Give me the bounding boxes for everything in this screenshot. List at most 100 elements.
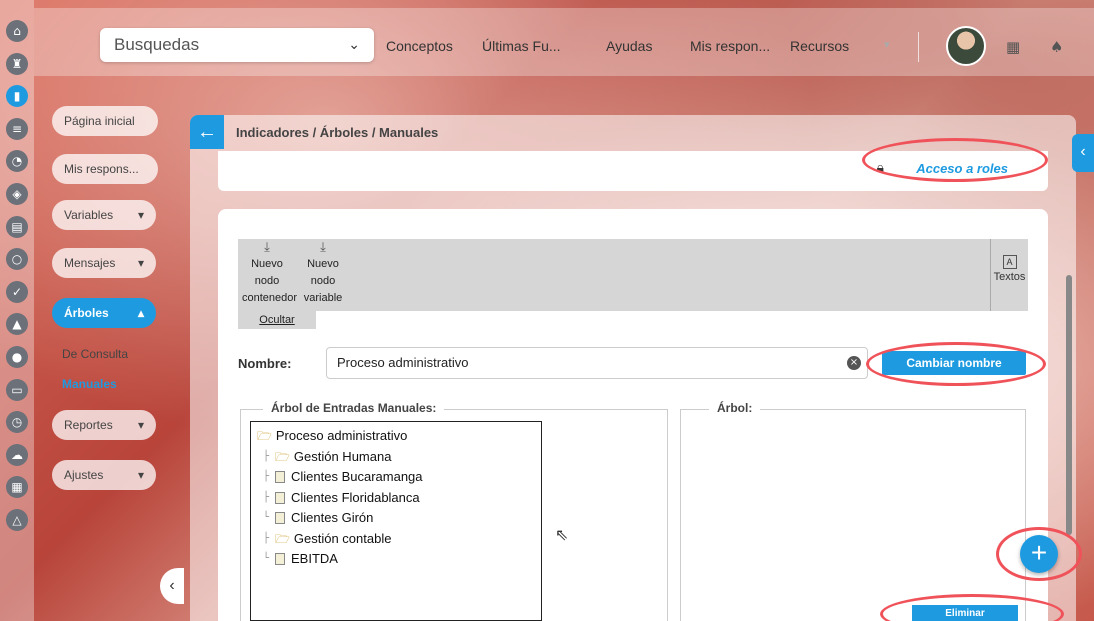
tree-item-label: EBITDA [291, 551, 338, 566]
roles-section: 🔒︎ Acceso a roles [218, 151, 1048, 191]
back-button[interactable]: ← [190, 115, 224, 149]
sidebar-item-label: Árboles [64, 306, 109, 320]
calendar-icon[interactable]: ▦ [6, 476, 28, 499]
people-icon[interactable]: ● [6, 345, 28, 368]
sidebar-item-arboles[interactable]: Árboles ▴ [52, 298, 156, 328]
folder-open-icon: 🗁 [275, 531, 290, 546]
shield-icon[interactable]: ◈ [6, 182, 28, 205]
hide-toolbar-link[interactable]: Ocultar [238, 311, 316, 329]
sidebar-item-mis-responsabilidades[interactable]: Mis respons... [52, 154, 158, 184]
editor-section: ⤓ Nuevo nodo contenedor ⤓ Nuevo nodo var… [218, 209, 1048, 621]
bell-icon[interactable]: ♠ [1050, 38, 1063, 56]
icon-rail: ⌂ ♜ ▮ ≡ ◔ ◈ ▤ ○ ✓ ▲ ● ▭ ◷ ☁ ▦ △ [0, 0, 34, 621]
tree-item-label: Proceso administrativo [275, 428, 408, 443]
tree-item[interactable]: └ EBITDA [257, 549, 535, 570]
sidebar-item-pagina-inicial[interactable]: Página inicial [52, 106, 158, 136]
tree-fieldset: Árbol: [680, 401, 1026, 621]
top-bar: Busquedas ⌄ Conceptos Últimas Fu... Ayud… [34, 8, 1094, 76]
tree-line: ├ [263, 532, 270, 544]
tree-line: ├ [263, 471, 270, 482]
sidebar-item-label: Ajustes [64, 468, 104, 482]
pie-icon[interactable]: ◔ [6, 150, 28, 173]
sidebar-item-label: Reportes [64, 418, 113, 432]
tree-item[interactable]: └ Clientes Girón [257, 508, 535, 529]
sidebar-subitem-de-consulta[interactable]: De Consulta [62, 347, 128, 361]
tree-item[interactable]: ├ 🗁 Gestión contable [257, 529, 535, 550]
mouse-cursor-icon: ⇖ [555, 525, 569, 544]
home-icon[interactable]: ⌂ [6, 20, 28, 42]
text-icon: A [1002, 255, 1017, 269]
access-roles-link[interactable]: Acceso a roles [916, 161, 1008, 176]
tree-line: └ [263, 512, 270, 523]
chevron-down-icon: ⌄ [348, 37, 360, 53]
texts-button[interactable]: A Textos [990, 239, 1028, 311]
right-panel-toggle[interactable]: ‹ [1072, 134, 1094, 172]
tool-label: variable [303, 292, 343, 304]
chart-icon[interactable]: ▮ [6, 85, 28, 108]
tree-item[interactable]: ├ Clientes Bucaramanga [257, 467, 535, 488]
tool-label: contenedor [242, 292, 298, 304]
manual-entries-tree[interactable]: 🗁 Proceso administrativo ├ 🗁 Gestión Hum… [250, 421, 542, 621]
chevron-down-icon: ▾ [137, 468, 144, 482]
sidebar-item-label: Mis respons... [64, 162, 139, 176]
circle-icon[interactable]: ○ [6, 248, 28, 271]
new-container-node-button[interactable]: ⤓ Nuevo nodo contenedor [242, 239, 297, 307]
tool-label: Nuevo [251, 258, 283, 270]
search-select[interactable]: Busquedas ⌄ [100, 28, 374, 62]
avatar[interactable] [946, 26, 986, 66]
document-icon [275, 512, 285, 525]
texts-label: Textos [993, 271, 1026, 283]
tree-item-label: Clientes Girón [291, 510, 374, 525]
tree-item-label: Clientes Bucaramanga [291, 469, 423, 484]
sidebar-item-reportes[interactable]: Reportes ▾ [52, 410, 156, 440]
tower-icon[interactable]: ♜ [6, 52, 28, 75]
manual-entries-legend: Árbol de Entradas Manuales: [263, 401, 445, 415]
monitor-icon[interactable]: ▭ [6, 378, 28, 401]
check-icon[interactable]: ✓ [6, 280, 28, 303]
nav-conceptos[interactable]: Conceptos [386, 38, 453, 54]
tree-item[interactable]: 🗁 Proceso administrativo [257, 426, 535, 447]
triangle-icon[interactable]: △ [6, 508, 28, 531]
arrow-left-icon: ← [197, 120, 217, 143]
tool-label: nodo [254, 275, 280, 287]
nav-recursos[interactable]: Recursos [790, 38, 849, 54]
list-icon[interactable]: ≡ [6, 117, 28, 140]
calendar-icon[interactable]: ▦ [1006, 38, 1020, 56]
clear-icon[interactable]: × [847, 356, 861, 370]
rename-button[interactable]: Cambiar nombre [882, 351, 1026, 375]
divider [918, 32, 919, 62]
sidebar-subitem-manuales[interactable]: Manuales [62, 377, 117, 391]
warning-icon[interactable]: ▲ [6, 313, 28, 336]
scrollbar[interactable] [1066, 275, 1072, 535]
cloud-icon[interactable]: ☁ [6, 443, 28, 466]
tree-line: └ [263, 553, 270, 564]
chevron-down-icon: ▾ [137, 208, 144, 222]
nav-more-icon[interactable]: ▾ [884, 38, 890, 51]
add-button[interactable]: + [1020, 535, 1058, 573]
folder-open-icon: 🗁 [257, 429, 272, 443]
name-input[interactable]: Proceso administrativo [326, 347, 868, 379]
nav-ultimas-funciones[interactable]: Últimas Fu... [482, 38, 561, 54]
sidebar-item-label: Mensajes [64, 256, 116, 270]
new-variable-node-button[interactable]: ⤓ Nuevo nodo variable [298, 239, 348, 307]
breadcrumb: Indicadores / Árboles / Manuales [236, 124, 439, 140]
tree-item[interactable]: ├ 🗁 Gestión Humana [257, 447, 535, 468]
chevron-down-icon: ▾ [137, 256, 144, 270]
panel-header: ← Indicadores / Árboles / Manuales [190, 115, 1076, 149]
tree-line: ├ [263, 491, 270, 503]
chevron-up-icon: ▴ [137, 306, 144, 320]
sidebar-item-variables[interactable]: Variables ▾ [52, 200, 156, 230]
chevron-down-icon: ▾ [137, 418, 144, 432]
tree-toolbar: ⤓ Nuevo nodo contenedor ⤓ Nuevo nodo var… [238, 239, 1028, 311]
download-icon: ⤓ [320, 240, 326, 255]
nav-mis-responsabilidades[interactable]: Mis respon... [690, 38, 770, 54]
main-panel: ← Indicadores / Árboles / Manuales 🔒︎ Ac… [190, 115, 1076, 621]
doc-icon[interactable]: ▤ [6, 215, 28, 238]
delete-button[interactable]: Eliminar [912, 605, 1018, 621]
sidebar-item-ajustes[interactable]: Ajustes ▾ [52, 460, 156, 490]
nav-ayudas[interactable]: Ayudas [606, 38, 652, 54]
sidebar-item-mensajes[interactable]: Mensajes ▾ [52, 248, 156, 278]
document-icon [275, 553, 285, 566]
clock-icon[interactable]: ◷ [6, 411, 28, 434]
tree-item[interactable]: ├ Clientes Floridablanca [257, 488, 535, 509]
